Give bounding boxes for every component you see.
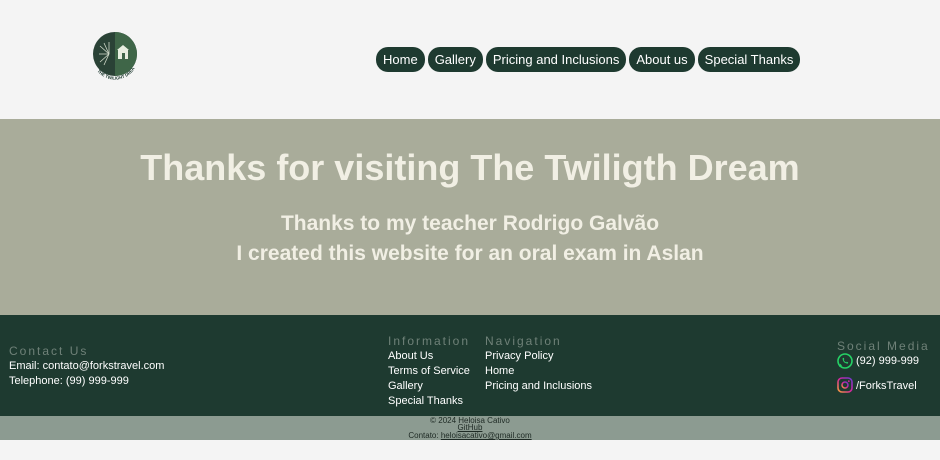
nav-link-home[interactable]: Home [485,365,514,377]
contact-phone: Telephone: (99) 999-999 [9,375,129,387]
info-link-about-us[interactable]: About Us [388,350,433,362]
hero-title: Thanks for visiting The Twiligth Dream [140,147,800,188]
info-link-gallery[interactable]: Gallery [388,380,423,392]
hero-thanks-line: Thanks to my teacher Rodrigo Galvão [280,212,660,235]
info-link-terms[interactable]: Terms of Service [388,365,470,377]
contact-heading: Contact Us [9,344,89,358]
nav-gallery[interactable]: Gallery [427,47,483,72]
site-header: THE TWILIGHT DREAM Home Gallery Pricing … [0,0,940,119]
twilight-dream-logo[interactable]: THE TWILIGHT DREAM [88,28,140,82]
nav-special-thanks[interactable]: Special Thanks [697,47,801,72]
contact-label: Contato: [408,431,441,440]
info-link-special-thanks[interactable]: Special Thanks [388,395,463,407]
whatsapp-icon[interactable] [837,353,853,369]
nav-home[interactable]: Home [376,47,425,72]
contact-email-link[interactable]: heloisacativo@gmail.com [441,431,532,440]
site-footer: Contact Us Email: contato@forkstravel.co… [0,315,940,416]
instagram-icon[interactable] [837,377,853,393]
instagram-handle[interactable]: /ForksTravel [856,380,917,392]
nav-about-us[interactable]: About us [629,47,695,72]
hero-section: Thanks for visiting The Twiligth Dream T… [0,119,940,315]
main-nav: Home Gallery Pricing and Inclusions Abou… [376,47,801,72]
nav-link-pricing[interactable]: Pricing and Inclusions [485,380,592,392]
whatsapp-number[interactable]: (92) 999-999 [856,355,919,367]
navigation-heading: Navigation [485,334,562,348]
hero-exam-line: I created this website for an oral exam … [236,242,704,265]
nav-pricing[interactable]: Pricing and Inclusions [485,47,627,72]
nav-link-privacy[interactable]: Privacy Policy [485,350,553,362]
copyright-bar: © 2024 Heloisa Cativo GitHub Contato: he… [0,416,940,440]
social-heading: Social Media [837,339,930,353]
information-heading: Information [388,334,471,348]
contact-email: Email: contato@forkstravel.com [9,360,165,372]
